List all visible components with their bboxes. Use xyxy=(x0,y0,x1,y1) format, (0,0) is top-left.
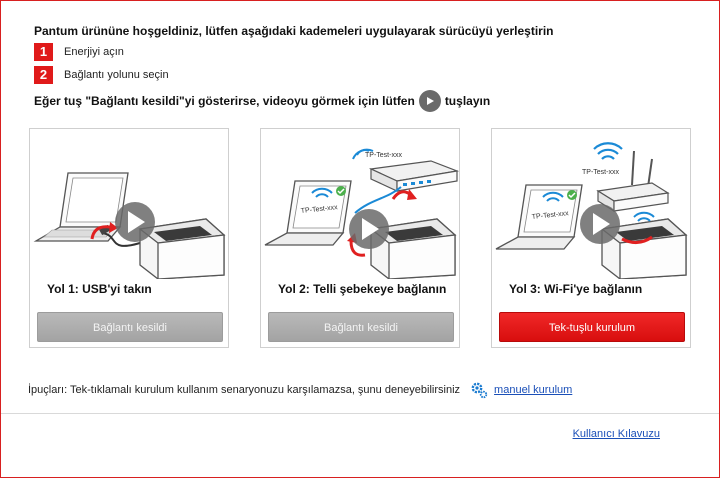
step-number-badge: 2 xyxy=(34,66,53,84)
connection-card-wired: TP-Test-xxx TP-Test-xxx Yol 2: Telli şeb… xyxy=(260,128,460,348)
wired-illustration: TP-Test-xxx TP-Test-xxx xyxy=(264,148,459,279)
usb-connect-button[interactable]: Bağlantı kesildi xyxy=(37,312,223,342)
play-icon xyxy=(418,90,441,112)
wired-connect-button[interactable]: Bağlantı kesildi xyxy=(268,312,454,342)
step-2: 2 Bağlantı yolunu seçin xyxy=(34,66,169,84)
connection-card-usb: Yol 1: USB'yi takın Bağlantı kesildi xyxy=(29,128,229,348)
step-number-badge: 1 xyxy=(34,43,53,61)
card-title: Yol 3: Wi-Fi'ye bağlanın xyxy=(509,282,643,296)
video-note: Eğer tuş "Bağlantı kesildi"yi gösterirse… xyxy=(34,90,490,112)
footer-divider xyxy=(1,413,719,414)
wifi-icon xyxy=(593,142,623,160)
step-text: Bağlantı yolunu seçin xyxy=(64,69,169,81)
tips-row: İpuçları: Tek-tıklamalı kurulum kullanım… xyxy=(28,379,572,401)
router-label: TP-Test-xxx xyxy=(365,152,402,159)
video-note-text: Eğer tuş "Bağlantı kesildi"yi gösterirse… xyxy=(34,94,415,108)
usb-illustration xyxy=(33,172,226,279)
page-title: Pantum ürününe hoşgeldiniz, lütfen aşağı… xyxy=(34,24,554,38)
step-1: 1 Enerjiyi açın xyxy=(34,43,124,61)
manual-install-link[interactable]: manuel kurulum xyxy=(494,384,572,396)
user-guide-link[interactable]: Kullanıcı Kılavuzu xyxy=(573,428,660,440)
video-note-text-end: tuşlayın xyxy=(444,94,491,108)
one-click-install-button[interactable]: Tek-tuşlu kurulum xyxy=(499,312,685,342)
gear-icon xyxy=(471,382,488,399)
router-label: TP-Test-xxx xyxy=(582,169,619,176)
card-title: Yol 1: USB'yi takın xyxy=(47,282,152,296)
card-title: Yol 2: Telli şebekeye bağlanın xyxy=(278,282,447,296)
tips-text: İpuçları: Tek-tıklamalı kurulum kullanım… xyxy=(28,384,461,396)
connection-card-wifi: TP-Test-xxx TP-Test-xxx Yol 3: Wi-Fi'ye … xyxy=(491,128,691,348)
step-text: Enerjiyi açın xyxy=(64,46,124,58)
wifi-illustration: TP-Test-xxx TP-Test-xxx xyxy=(495,142,688,279)
